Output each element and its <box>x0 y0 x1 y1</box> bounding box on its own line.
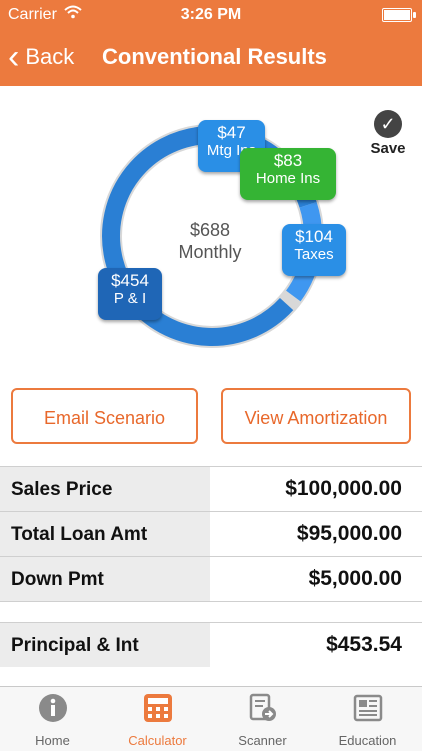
tab-education-label: Education <box>338 733 397 748</box>
principal-interest-label: P & I <box>113 290 147 307</box>
save-button[interactable]: ✓ Save <box>368 110 408 157</box>
calculator-icon <box>143 693 173 723</box>
row-label: Principal & Int <box>0 623 210 667</box>
table-row: Principal & Int $453.54 <box>0 622 422 667</box>
home-ins-amount: $83 <box>273 151 303 170</box>
taxes-label: Taxes <box>294 246 334 263</box>
status-bar: Carrier 3:26 PM <box>0 0 422 30</box>
info-icon <box>38 693 68 723</box>
table-row: Down Pmt $5,000.00 <box>0 556 422 601</box>
checkmark-icon: ✓ <box>374 110 402 138</box>
view-amortization-button[interactable]: View Amortization <box>221 388 411 444</box>
email-scenario-button[interactable]: Email Scenario <box>11 388 198 444</box>
taxes-bubble[interactable]: $104 Taxes <box>282 224 346 276</box>
row-label: Total Loan Amt <box>0 512 210 556</box>
tab-calculator[interactable]: Calculator <box>105 687 210 751</box>
tab-home-label: Home <box>35 733 70 748</box>
row-value: $100,000.00 <box>210 467 422 511</box>
home-ins-label: Home Ins <box>255 170 321 187</box>
newspaper-icon <box>353 693 383 723</box>
row-value: $5,000.00 <box>210 557 422 601</box>
tab-scanner[interactable]: Scanner <box>210 687 315 751</box>
tab-education[interactable]: Education <box>315 687 420 751</box>
row-label: Sales Price <box>0 467 210 511</box>
monthly-label: Monthly <box>178 242 242 262</box>
page-title: Conventional Results <box>102 44 327 69</box>
principal-interest-amount: $454 <box>111 271 149 290</box>
status-time: 3:26 PM <box>180 6 242 23</box>
results-table: Sales Price $100,000.00 Total Loan Amt $… <box>0 466 422 667</box>
navigation-bar: ‹ Back Conventional Results <box>0 30 422 86</box>
mtg-ins-amount: $47 <box>217 123 246 142</box>
battery-icon <box>382 8 416 22</box>
taxes-amount: $104 <box>295 227 333 246</box>
chevron-left-icon: ‹ <box>8 38 20 76</box>
principal-interest-bubble[interactable]: $454 P & I <box>98 268 162 320</box>
tab-scanner-label: Scanner <box>238 733 287 748</box>
save-label: Save <box>370 140 406 157</box>
back-label: Back <box>25 44 75 69</box>
tab-calculator-label: Calculator <box>128 733 187 748</box>
scanner-icon <box>248 693 278 723</box>
home-ins-bubble[interactable]: $83 Home Ins <box>240 148 336 200</box>
row-value: $95,000.00 <box>210 512 422 556</box>
table-row: Sales Price $100,000.00 <box>0 466 422 511</box>
payment-breakdown-chart: $688 Monthly $47 Mtg Ins $83 Home Ins $1… <box>0 86 422 386</box>
tab-home[interactable]: Home <box>0 687 105 751</box>
table-spacer <box>0 601 422 622</box>
tab-bar: Home Calculator Scanner Education <box>0 686 422 751</box>
monthly-total: $688 <box>189 220 231 240</box>
table-row: Total Loan Amt $95,000.00 <box>0 511 422 556</box>
back-button[interactable]: ‹ Back <box>8 40 74 74</box>
row-value: $453.54 <box>210 623 422 667</box>
row-label: Down Pmt <box>0 557 210 601</box>
